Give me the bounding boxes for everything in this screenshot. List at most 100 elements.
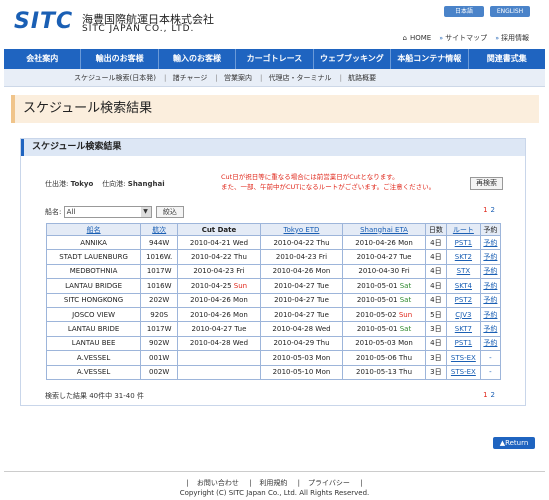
vessel-cell: LANTAU BRIDE [45,321,142,337]
cut-date-cell: 2010-04-25 Sun [177,278,261,294]
nav-cargo-trace[interactable]: カーゴトレース [236,49,314,69]
route-cell[interactable]: CJV3 [445,306,481,323]
table-header-row: 船名 航次 Cut Date Tokyo ETD Shanghai ETA 日数… [45,223,502,236]
vessel-cell: STADT LAUENBURG [45,249,142,265]
etd-cell: 2010-04-27 Tue [259,306,344,323]
footer-divider [4,471,545,472]
pol-label: 仕出港: [45,180,69,188]
vessel-cell: MEDBOTHNIA [45,263,142,280]
booking-cell[interactable]: 予約 [479,234,502,251]
eta-cell: 2010-05-03 Mon [342,335,426,352]
subnav-route-overview[interactable]: 航路概要 [348,74,376,82]
weekday-label: Sun [233,281,248,290]
lang-english-button[interactable]: ENGLISH [490,6,530,17]
booking-cell[interactable]: 予約 [479,335,502,352]
etd-cell: 2010-05-03 Mon [259,350,344,366]
nav-export[interactable]: 輸出のお客様 [81,49,159,69]
cut-date-cell [177,364,261,380]
vessel-cell: LANTAU BEE [45,335,142,352]
subnav-agents-terminals[interactable]: 代理店・ターミナル [269,74,332,82]
cut-date-cell: 2010-04-28 Wed [177,335,261,352]
cut-date-cell: 2010-04-26 Mon [177,292,261,308]
footer-privacy-link[interactable]: プライバシー [308,479,350,487]
voyage-cell: 902W [140,335,179,352]
nav-company[interactable]: 会社案内 [4,49,82,69]
port-info: 仕出港: Tokyo 仕向港: Shanghai [45,179,165,189]
booking-cell[interactable]: 予約 [479,278,502,294]
table-row: LANTAU BRIDGE 1016W 2010-04-25 Sun 2010-04-… [45,278,502,294]
vessel-cell: ANNIKA [45,234,142,251]
cut-date-cell: 2010-04-22 Thu [177,249,261,265]
nav-forms[interactable]: 関連書式集 [469,49,545,69]
route-cell[interactable]: SKT4 [445,278,481,294]
home-link[interactable]: HOME [410,34,431,42]
cut-date-cell: 2010-04-27 Tue [177,321,261,337]
col-shanghai-eta[interactable]: Shanghai ETA [342,223,426,236]
results-panel: スケジュール検索結果 仕出港: Tokyo 仕向港: Shanghai Cut日… [20,138,526,406]
subnav-charges[interactable]: 諸チャージ [173,74,208,82]
booking-cell[interactable]: 予約 [479,249,502,265]
col-vessel[interactable]: 船名 [45,223,142,236]
eta-cell: 2010-04-27 Tue [342,249,426,265]
col-voyage[interactable]: 航次 [140,223,179,236]
ship-select[interactable]: All ▼ [63,206,152,218]
research-button[interactable]: 再検索 [470,177,503,190]
booking-cell[interactable]: 予約 [479,306,502,323]
route-cell[interactable]: PST1 [445,335,481,352]
booking-cell[interactable]: 予約 [479,263,502,280]
days-cell: 3日 [424,321,447,337]
days-cell: 4日 [424,234,447,251]
page-1-link[interactable]: 1 [483,206,487,214]
eta-cell: 2010-05-01 Sat [342,321,426,337]
route-cell[interactable]: STS-EX [445,364,481,380]
voyage-cell: 920S [140,306,179,323]
cut-notice: Cut日が祝日等に重なる場合には前営業日がCutとなります。 また、一部、午前中… [221,173,436,191]
return-button[interactable]: ▲Return [493,437,535,449]
booking-cell[interactable]: 予約 [479,321,502,337]
page-2-link[interactable]: 2 [491,206,495,214]
vessel-cell: A.VESSEL [45,350,142,366]
etd-cell: 2010-04-29 Thu [259,335,344,352]
footer-contact-link[interactable]: お問い合わせ [197,479,239,487]
footer-terms-link[interactable]: 利用規約 [259,479,287,487]
days-cell: 4日 [424,292,447,308]
nav-import[interactable]: 輸入のお客様 [159,49,237,69]
lang-japanese-button[interactable]: 日本語 [444,6,484,17]
route-cell[interactable]: PST1 [445,234,481,251]
subnav-schedule-search[interactable]: スケジュール検索(日本発) [74,74,156,82]
filter-button[interactable]: 絞込 [155,206,184,218]
table-row: MEDBOTHNIA 1017W 2010-04-23 Fri 2010-04-26 … [45,263,502,280]
chevron-right-icon: » [439,35,444,42]
col-tokyo-etd[interactable]: Tokyo ETD [259,223,344,236]
route-cell[interactable]: SKT2 [445,249,481,265]
recruit-link[interactable]: 採用情報 [501,34,529,42]
page-1-link[interactable]: 1 [483,391,487,399]
sitc-logo[interactable]: SITC [14,9,73,34]
table-row: A.VESSEL 001W 2010-05-03 Mon 2010-05-06 Thu… [45,350,502,366]
etd-cell: 2010-05-10 Mon [259,364,344,380]
table-row: JOSCO VIEW 920S 2010-04-26 Mon 2010-04-27 T… [45,306,502,323]
route-cell[interactable]: STX [445,263,481,280]
subnav-sales-guide[interactable]: 営業案内 [224,74,252,82]
booking-cell[interactable]: 予約 [479,292,502,308]
eta-cell: 2010-04-26 Mon [342,234,426,251]
col-route[interactable]: ルート [445,223,481,236]
page-2-link[interactable]: 2 [491,391,495,399]
days-cell: 4日 [424,278,447,294]
voyage-cell: 1016W. [140,249,179,265]
footer-links: | お問い合わせ | 利用規約 | プライバシー | [186,479,363,487]
nav-vessel-container[interactable]: 本船コンテナ情報 [391,49,469,69]
etd-cell: 2010-04-27 Tue [259,278,344,294]
chevron-right-icon: » [495,35,499,42]
schedule-table: 船名 航次 Cut Date Tokyo ETD Shanghai ETA 日数… [45,223,502,380]
route-cell[interactable]: STS-EX [445,350,481,366]
col-cut-date: Cut Date [177,223,261,236]
nav-web-booking[interactable]: ウェブブッキング [314,49,392,69]
route-cell[interactable]: SKT7 [445,321,481,337]
route-cell[interactable]: PST2 [445,292,481,308]
sitemap-link[interactable]: サイトマップ [445,34,487,42]
copyright: Copyright (C) SITC Japan Co., Ltd. All R… [179,489,370,497]
pagination-top: 12 [480,206,495,214]
etd-cell: 2010-04-22 Thu [259,234,344,251]
chevron-down-icon: ▼ [140,207,151,217]
